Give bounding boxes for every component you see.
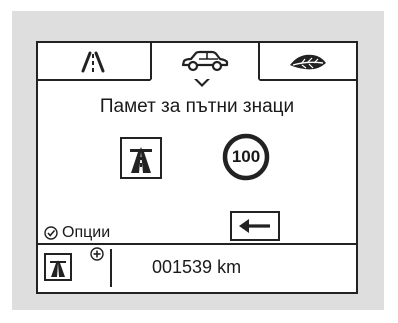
info-display: Памет за пътни знаци 100 Опции 001539 km — [36, 41, 358, 294]
status-motorway-sign — [44, 253, 72, 281]
speed-limit-sign: 100 — [222, 133, 270, 181]
back-button[interactable] — [230, 211, 280, 241]
speed-limit-value: 100 — [231, 147, 261, 166]
tab-eco[interactable] — [260, 43, 356, 81]
motorway-sign-icon — [130, 147, 152, 173]
check-circle-icon — [44, 226, 58, 240]
tab-car[interactable] — [150, 43, 260, 81]
options-button[interactable]: Опции — [44, 224, 110, 242]
motorway-sign — [120, 137, 162, 179]
odometer-readout: 001539 km — [152, 257, 242, 277]
status-separator — [110, 249, 112, 287]
car-icon — [181, 50, 229, 72]
tab-bar — [38, 43, 356, 87]
status-divider — [38, 243, 356, 245]
page-title: Памет за пътни знаци — [99, 96, 295, 117]
road-icon — [81, 51, 105, 73]
motorway-sign-icon — [50, 260, 66, 277]
tab-road[interactable] — [38, 43, 148, 81]
leaf-icon — [290, 54, 326, 70]
options-label: Опции — [62, 224, 111, 241]
plus-circle-icon — [90, 247, 104, 261]
left-arrow-icon — [239, 219, 270, 233]
